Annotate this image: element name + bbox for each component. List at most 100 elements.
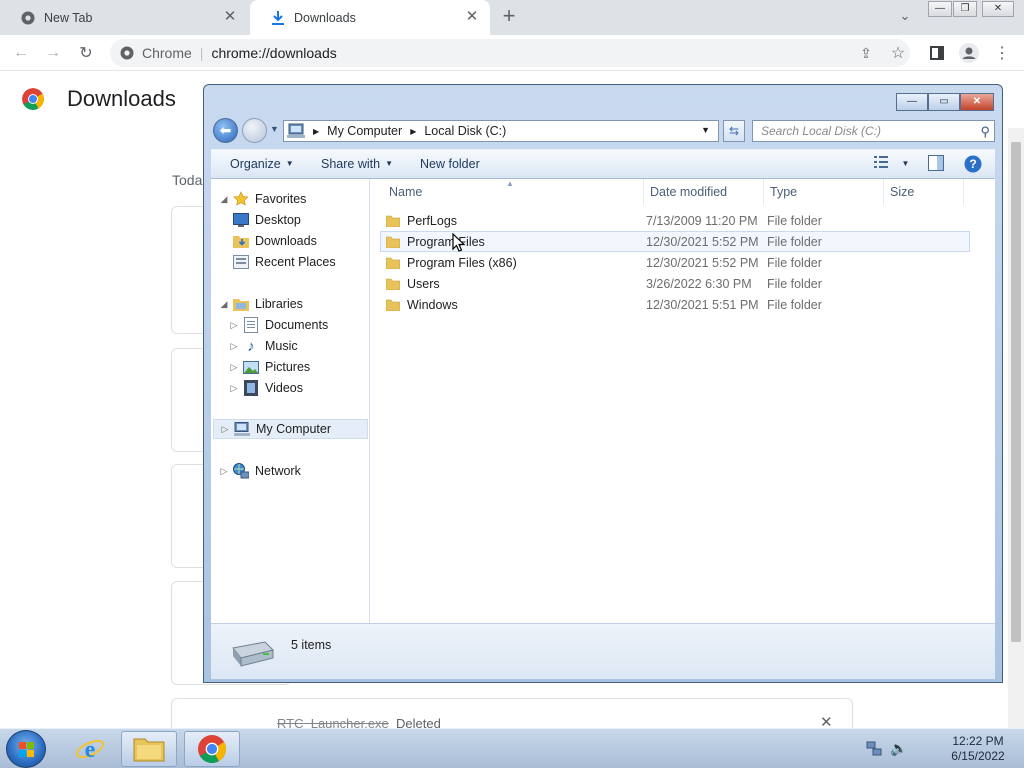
taskbar-internet-explorer[interactable]: e: [62, 731, 118, 767]
menu-kebab-icon[interactable]: ⋮: [989, 40, 1015, 66]
file-type: File folder: [767, 256, 822, 270]
search-input[interactable]: Search Local Disk (C:) ⚲: [752, 120, 995, 142]
computer-icon: [234, 421, 250, 437]
forward-arrow-icon[interactable]: [242, 118, 267, 143]
taskbar: e 🔈 12:22 PM 6/15/2022: [0, 728, 1024, 768]
nav-favorites[interactable]: ◢ Favorites: [219, 189, 306, 209]
address-bar[interactable]: Chrome | chrome://downloads: [110, 39, 910, 67]
minimize-button[interactable]: —: [896, 93, 928, 111]
nav-videos[interactable]: ▷ Videos: [229, 378, 303, 398]
file-name: Program Files: [407, 235, 485, 249]
back-button[interactable]: ←: [8, 40, 34, 66]
breadcrumb-local-disk[interactable]: Local Disk (C:): [424, 124, 506, 138]
folder-icon: [386, 236, 400, 248]
side-panel-icon[interactable]: [924, 40, 950, 66]
chevron-down-icon[interactable]: ⌄: [895, 8, 915, 26]
column-header-size[interactable]: Size: [884, 179, 964, 205]
refresh-icon[interactable]: ⇆: [723, 120, 745, 142]
close-window-button[interactable]: ✕: [960, 93, 994, 111]
chrome-site-icon: [120, 46, 134, 60]
address-bar[interactable]: ▶ My Computer ▶ Local Disk (C:) ▼: [283, 120, 719, 142]
close-window-button[interactable]: ✕: [982, 1, 1014, 17]
file-name: Windows: [407, 298, 458, 312]
preview-pane-icon[interactable]: [928, 155, 944, 174]
reload-button[interactable]: ↻: [73, 40, 99, 66]
folder-icon: [386, 278, 400, 290]
column-header-name[interactable]: Name: [383, 179, 644, 205]
file-row[interactable]: Program Files 12/30/2021 5:52 PM File fo…: [380, 231, 970, 252]
help-icon[interactable]: ?: [964, 155, 982, 176]
file-date: 3/26/2022 6:30 PM: [646, 277, 752, 291]
nav-pictures[interactable]: ▷ Pictures: [229, 357, 311, 377]
nav-music[interactable]: ▷ ♪ Music: [229, 336, 298, 356]
share-icon[interactable]: ⇪: [853, 40, 879, 66]
file-row[interactable]: Windows 12/30/2021 5:51 PM File folder: [381, 295, 959, 316]
system-tray: 🔈 12:22 PM 6/15/2022: [860, 729, 1024, 769]
close-icon[interactable]: ✕: [464, 9, 480, 25]
nav-recent-places[interactable]: Recent Places: [233, 252, 336, 272]
taskbar-chrome[interactable]: [184, 731, 240, 767]
tab-title: New Tab: [44, 10, 93, 25]
start-button[interactable]: [6, 730, 46, 768]
recent-pages-chevron-icon[interactable]: ▼: [270, 124, 279, 134]
file-row[interactable]: Users 3/26/2022 6:30 PM File folder: [381, 274, 959, 295]
tab-downloads[interactable]: Downloads ✕: [250, 0, 490, 35]
svg-text:?: ?: [969, 157, 976, 171]
view-options-icon[interactable]: ▼: [874, 156, 909, 171]
taskbar-file-explorer[interactable]: [121, 731, 177, 767]
minimize-button[interactable]: —: [928, 1, 952, 17]
nav-my-computer[interactable]: ▷ My Computer: [213, 419, 368, 439]
breadcrumb-chevron-icon: ▶: [313, 126, 320, 136]
address-dropdown-icon[interactable]: ▼: [701, 125, 710, 135]
page-scrollbar[interactable]: [1008, 128, 1024, 728]
collapse-arrow-icon[interactable]: ◢: [219, 299, 229, 310]
window-controls: — ▭ ✕: [896, 93, 994, 111]
url-text: chrome://downloads: [211, 45, 337, 61]
chrome-icon: [20, 10, 36, 26]
organize-button[interactable]: Organize ▼: [230, 157, 294, 171]
scrollbar-thumb[interactable]: [1011, 142, 1021, 642]
column-header-type[interactable]: Type: [764, 179, 884, 205]
mouse-cursor-icon: [452, 233, 466, 252]
search-icon[interactable]: ⚲: [980, 122, 990, 142]
restore-button[interactable]: ❐: [953, 1, 977, 17]
forward-button[interactable]: →: [40, 40, 66, 66]
expand-arrow-icon[interactable]: ▷: [229, 383, 239, 394]
expand-arrow-icon[interactable]: ▷: [229, 320, 239, 331]
collapse-arrow-icon[interactable]: ◢: [219, 194, 229, 205]
nav-documents[interactable]: ▷ Documents: [229, 315, 328, 335]
expand-arrow-icon[interactable]: ▷: [220, 424, 230, 435]
volume-icon[interactable]: 🔈: [890, 740, 907, 757]
network-status-icon[interactable]: [866, 741, 882, 760]
clock[interactable]: 12:22 PM 6/15/2022: [938, 734, 1018, 764]
share-with-button[interactable]: Share with ▼: [321, 157, 393, 171]
new-folder-button[interactable]: New folder: [420, 157, 480, 171]
music-icon: ♪: [247, 337, 255, 355]
nav-desktop[interactable]: Desktop: [233, 210, 301, 230]
item-count: 5 items: [291, 638, 332, 652]
file-row[interactable]: PerfLogs 7/13/2009 11:20 PM File folder: [381, 211, 959, 232]
expand-arrow-icon[interactable]: ▷: [229, 362, 239, 373]
column-header-date-modified[interactable]: Date modified: [644, 179, 764, 205]
nav-network[interactable]: ▷ Network: [219, 461, 301, 481]
section-heading: Toda: [172, 172, 203, 188]
navigation-pane: ◢ Favorites Desktop Downloads Recent Pla…: [211, 179, 370, 623]
folder-icon: [386, 299, 400, 311]
download-icon: [270, 10, 286, 26]
expand-arrow-icon[interactable]: ▷: [219, 466, 229, 477]
maximize-button[interactable]: ▭: [928, 93, 960, 111]
tab-new-tab[interactable]: New Tab ✕: [0, 0, 248, 35]
new-tab-button[interactable]: +: [498, 5, 520, 28]
hard-drive-icon: [232, 641, 274, 667]
nav-downloads[interactable]: Downloads: [233, 231, 317, 251]
breadcrumb-my-computer[interactable]: My Computer: [327, 124, 402, 138]
back-arrow-icon[interactable]: ⬅: [213, 118, 238, 143]
profile-avatar[interactable]: [956, 40, 982, 66]
file-type: File folder: [767, 235, 822, 249]
expand-arrow-icon[interactable]: ▷: [229, 341, 239, 352]
internet-explorer-icon: e: [76, 737, 104, 763]
file-row[interactable]: Program Files (x86) 12/30/2021 5:52 PM F…: [381, 253, 959, 274]
bookmark-star-icon[interactable]: ☆: [885, 40, 911, 66]
nav-libraries[interactable]: ◢ Libraries: [219, 294, 303, 314]
close-icon[interactable]: ✕: [222, 9, 238, 25]
